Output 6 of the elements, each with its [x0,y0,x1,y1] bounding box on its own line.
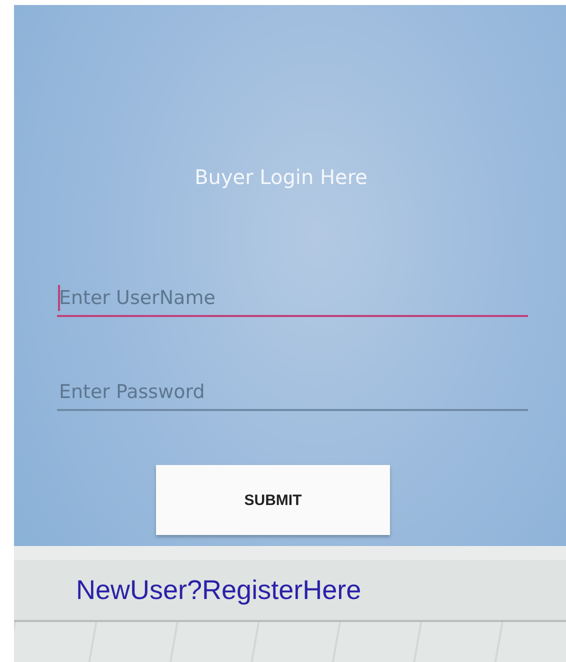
submit-button[interactable]: SUBMIT [156,465,390,535]
input-field[interactable]: Enter UserName [57,281,528,317]
input-field[interactable]: Enter Password [57,375,528,411]
screen-title: Buyer Login Here [194,165,368,189]
text-cursor [58,285,60,311]
register-link[interactable]: NewUser?RegisterHere [76,574,362,606]
